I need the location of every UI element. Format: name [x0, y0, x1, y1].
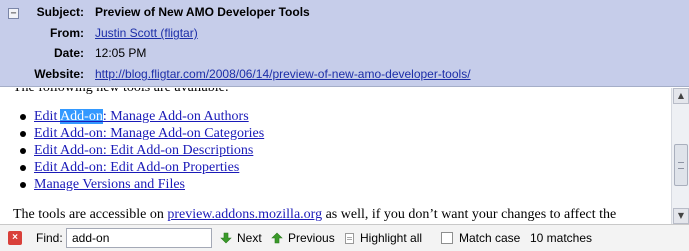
from-row: From: Justin Scott (fligtar)	[0, 24, 689, 42]
list-item: Edit Add-on: Manage Add-on Authors	[20, 108, 264, 125]
list-item: Edit Add-on: Manage Add-on Categories	[20, 125, 264, 142]
scroll-up-arrow-icon[interactable]: ▲	[673, 88, 689, 104]
date-row: Date: 12:05 PM	[0, 44, 689, 62]
highlight-all-button[interactable]: Highlight all	[345, 225, 422, 251]
website-label: Website:	[34, 67, 84, 81]
tool-link-manage-categories[interactable]: Edit Add-on: Manage Add-on Categories	[34, 126, 264, 141]
find-input[interactable]	[66, 228, 212, 248]
date-value: 12:05 PM	[95, 46, 147, 60]
scroll-down-arrow-icon[interactable]: ▼	[673, 208, 689, 224]
find-match-highlight: Add-on	[60, 109, 103, 124]
checkbox-icon[interactable]	[441, 232, 453, 244]
find-previous-button[interactable]: Previous	[271, 225, 335, 251]
message-header: − Subject: Preview of New AMO Developer …	[0, 0, 689, 87]
bullet	[20, 131, 26, 137]
list-item: Manage Versions and Files	[20, 176, 264, 193]
find-label: Find:	[36, 231, 63, 245]
match-count-status: 10 matches	[530, 231, 593, 245]
tool-link-edit-descriptions[interactable]: Edit Add-on: Edit Add-on Descriptions	[34, 143, 253, 158]
find-next-button[interactable]: Next	[220, 225, 262, 251]
match-case-checkbox[interactable]: Match case	[441, 225, 520, 251]
up-arrow-icon	[271, 232, 283, 244]
list-item: Edit Add-on: Edit Add-on Descriptions	[20, 142, 264, 159]
preview-site-link[interactable]: preview.addons.mozilla.org	[167, 207, 322, 222]
tool-link-manage-versions[interactable]: Manage Versions and Files	[34, 177, 185, 192]
find-bar: × Find: Next Previous Highlight all Matc…	[0, 224, 689, 251]
tail-paragraph: The tools are accessible on preview.addo…	[13, 207, 617, 222]
list-item: Edit Add-on: Edit Add-on Properties	[20, 159, 264, 176]
message-body: The following new tools are available: E…	[0, 88, 671, 224]
tool-link-edit-properties[interactable]: Edit Add-on: Edit Add-on Properties	[34, 160, 239, 175]
website-link[interactable]: http://blog.fligtar.com/2008/06/14/previ…	[95, 67, 471, 81]
down-arrow-icon	[220, 232, 232, 244]
bullet	[20, 148, 26, 154]
website-row: Website: http://blog.fligtar.com/2008/06…	[0, 65, 689, 83]
bullet	[20, 182, 26, 188]
subject-label: Subject:	[36, 5, 84, 19]
tools-list: Edit Add-on: Manage Add-on Authors Edit …	[20, 108, 264, 193]
from-link[interactable]: Justin Scott (fligtar)	[95, 26, 198, 40]
subject-value: Preview of New AMO Developer Tools	[95, 5, 310, 19]
subject-row: Subject: Preview of New AMO Developer To…	[0, 3, 689, 21]
tool-link-manage-authors[interactable]: Edit Add-on: Manage Add-on Authors	[34, 109, 249, 124]
intro-text: The following new tools are available:	[13, 88, 229, 96]
scrollbar-thumb[interactable]	[674, 144, 688, 186]
highlight-icon	[345, 233, 354, 244]
bullet	[20, 114, 26, 120]
bullet	[20, 165, 26, 171]
close-icon[interactable]: ×	[8, 231, 22, 245]
date-label: Date:	[53, 46, 84, 60]
from-label: From:	[50, 26, 84, 40]
vertical-scrollbar[interactable]: ▲ ▼	[671, 88, 689, 224]
